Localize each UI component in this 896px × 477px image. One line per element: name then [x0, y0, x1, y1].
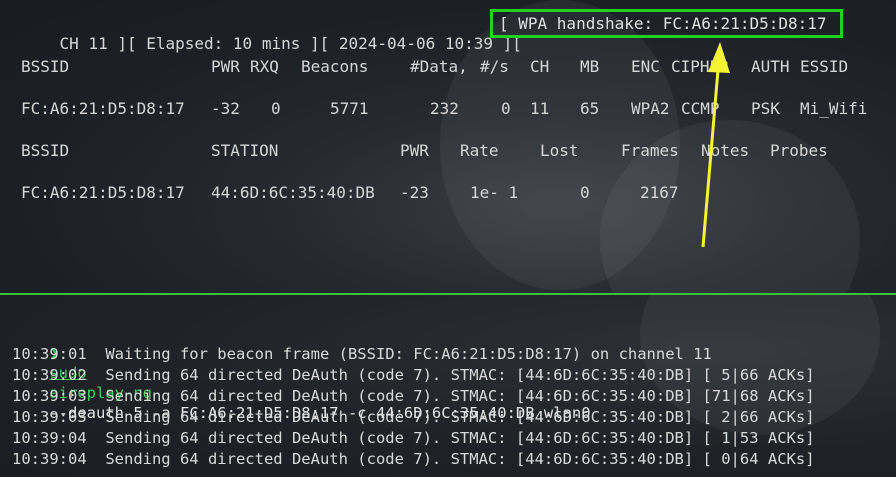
- output-line: 10:39:04 Sending 64 directed DeAuth (cod…: [12, 429, 815, 447]
- arrow-shaft: [701, 69, 720, 248]
- airodump-pane: CH 11 ][ Elapsed: 10 mins ][ 2024-04-06 …: [0, 0, 896, 293]
- annotation-arrow: [701, 42, 730, 248]
- arrow-head-icon: [708, 42, 730, 73]
- output-line: 10:39:04 Sending 64 directed DeAuth (cod…: [12, 450, 815, 468]
- output-line: 10:39:02 Sending 64 directed DeAuth (cod…: [12, 366, 815, 384]
- output-line: 10:39:01 Waiting for beacon frame (BSSID…: [12, 345, 712, 363]
- terminal-pane[interactable]: ❯ sudo aireplay-ng --deauth 5 -a FC:A6:2…: [0, 295, 896, 477]
- output-line: 10:39:03 Sending 64 directed DeAuth (cod…: [12, 408, 815, 426]
- output-line: 10:39:03 Sending 64 directed DeAuth (cod…: [12, 387, 815, 405]
- command-line[interactable]: ❯ sudo aireplay-ng --deauth 5 -a FC:A6:2…: [12, 323, 590, 422]
